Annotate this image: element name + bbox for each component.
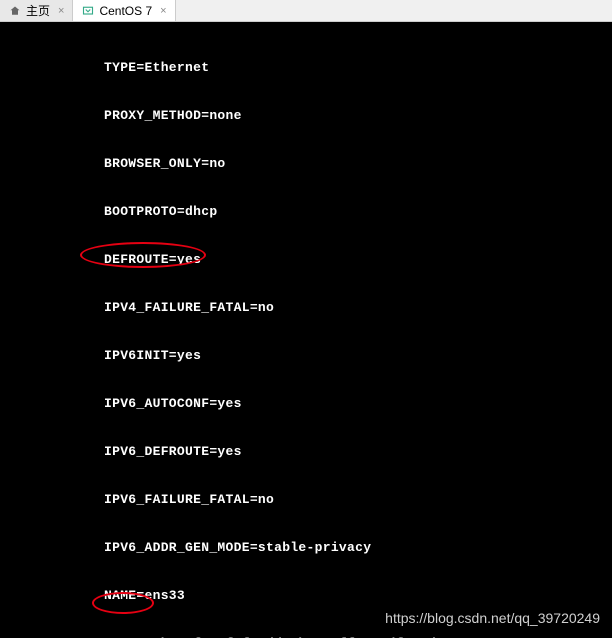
config-line: PROXY_METHOD=none bbox=[0, 108, 612, 124]
config-line: NAME=ens33 bbox=[0, 588, 612, 604]
config-line: DEFROUTE=yes bbox=[0, 252, 612, 268]
config-line: IPV6INIT=yes bbox=[0, 348, 612, 364]
terminal-viewport[interactable]: TYPE=Ethernet PROXY_METHOD=none BROWSER_… bbox=[0, 22, 612, 638]
config-line: TYPE=Ethernet bbox=[0, 60, 612, 76]
close-icon[interactable]: × bbox=[160, 5, 166, 17]
tab-label: CentOS 7 bbox=[99, 4, 152, 18]
config-line: IPV6_AUTOCONF=yes bbox=[0, 396, 612, 412]
vm-icon bbox=[81, 4, 95, 18]
config-line: IPV6_ADDR_GEN_MODE=stable-privacy bbox=[0, 540, 612, 556]
close-icon[interactable]: × bbox=[58, 5, 64, 17]
tab-centos7[interactable]: CentOS 7 × bbox=[73, 0, 175, 21]
home-icon bbox=[8, 4, 22, 18]
config-line: BOOTPROTO=dhcp bbox=[0, 204, 612, 220]
config-line: IPV6_FAILURE_FATAL=no bbox=[0, 492, 612, 508]
tab-label: 主页 bbox=[26, 2, 50, 19]
config-line: IPV6_DEFROUTE=yes bbox=[0, 444, 612, 460]
tab-bar: 主页 × CentOS 7 × bbox=[0, 0, 612, 22]
tab-home[interactable]: 主页 × bbox=[0, 0, 73, 21]
config-line: BROWSER_ONLY=no bbox=[0, 156, 612, 172]
config-line: IPV4_FAILURE_FATAL=no bbox=[0, 300, 612, 316]
